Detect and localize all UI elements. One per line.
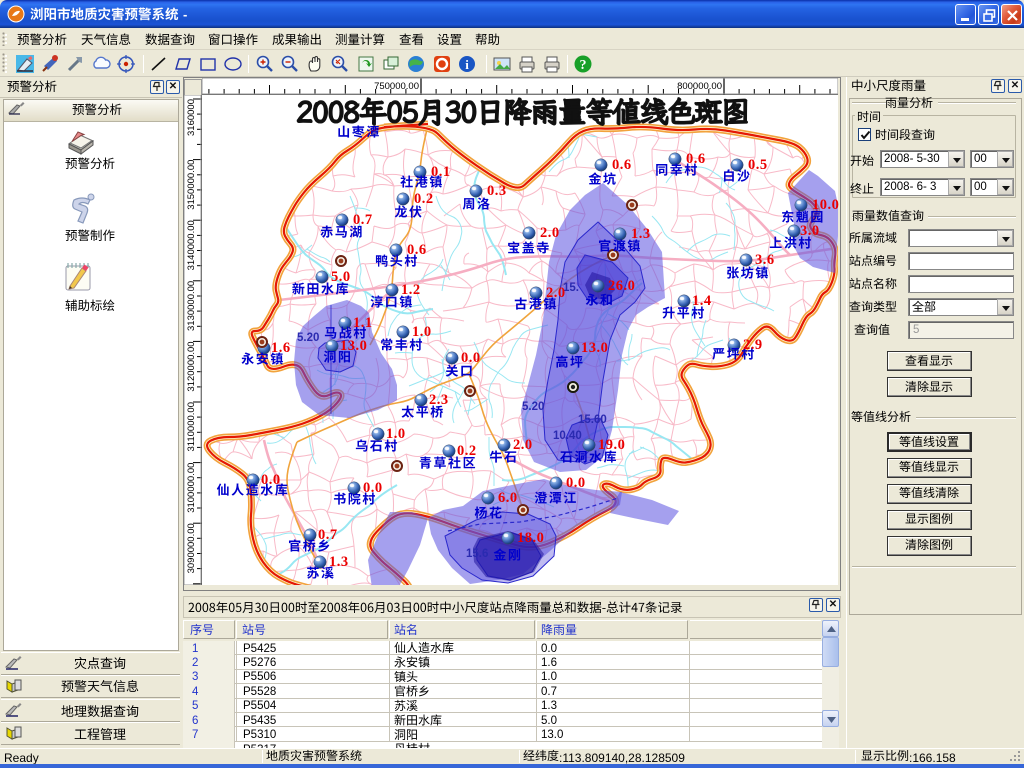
- svg-text:?: ?: [580, 58, 587, 73]
- svg-text:3130000.00: 3130000.00: [186, 281, 197, 331]
- svg-text:3140000.00: 3140000.00: [186, 220, 197, 270]
- svg-text:3110000.00: 3110000.00: [186, 402, 197, 452]
- svg-text:3090000.00: 3090000.00: [186, 523, 197, 573]
- svg-text:3150000.00: 3150000.00: [186, 160, 197, 210]
- svg-text:i: i: [465, 57, 469, 72]
- svg-text:800000.00: 800000.00: [677, 81, 722, 92]
- svg-text:3100000.00: 3100000.00: [186, 463, 197, 513]
- svg-text:3160000: 3160000: [186, 99, 197, 136]
- svg-text:3120000.00: 3120000.00: [186, 341, 197, 391]
- svg-text:750000.00: 750000.00: [374, 81, 419, 92]
